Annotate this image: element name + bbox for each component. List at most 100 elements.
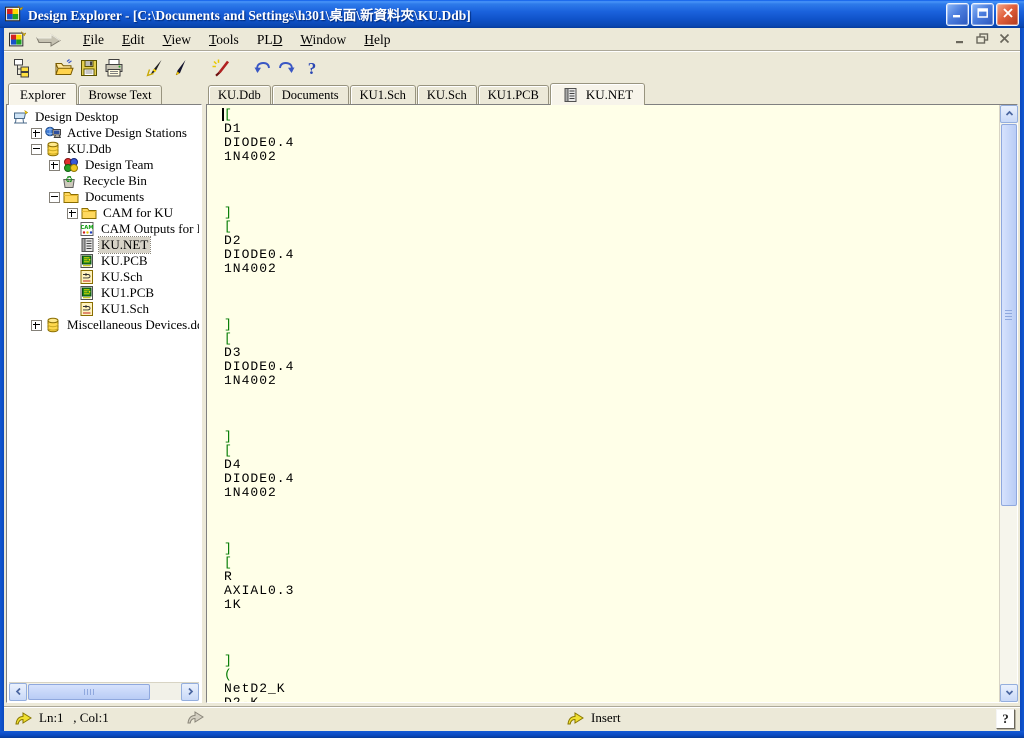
pen-button[interactable] xyxy=(167,54,192,78)
explorer-toggle-button[interactable] xyxy=(10,54,35,78)
tree-item-active-design-stations[interactable]: Active Design Stations xyxy=(9,125,199,141)
collapse-icon[interactable] xyxy=(49,192,60,203)
save-button[interactable] xyxy=(76,54,101,78)
scrollbar-track[interactable] xyxy=(1000,506,1017,684)
panel-tab-browse-text[interactable]: Browse Text xyxy=(78,85,161,104)
netlist-icon xyxy=(562,87,578,103)
tree-item-label: Design Desktop xyxy=(33,109,120,125)
menu-file[interactable]: File xyxy=(74,31,113,49)
editor-line xyxy=(224,178,999,192)
open-button[interactable] xyxy=(51,54,76,78)
panel-tab-explorer[interactable]: Explorer xyxy=(8,83,77,105)
doc-tab-ku-ddb[interactable]: KU.Ddb xyxy=(208,85,271,104)
maximize-button[interactable] xyxy=(971,3,994,26)
design-explorer-window: Design Explorer - [C:\Documents and Sett… xyxy=(0,0,1024,738)
tree-item-label: Miscellaneous Devices.ddb xyxy=(65,317,199,333)
tree-item-ku1-sch[interactable]: KU1.Sch xyxy=(9,301,199,317)
doc-tab-ku-net[interactable]: KU.NET xyxy=(550,83,645,105)
tab-label: KU.NET xyxy=(586,87,633,103)
tab-label: KU.Sch xyxy=(427,88,467,103)
expand-icon[interactable] xyxy=(67,208,78,219)
text-cursor xyxy=(222,108,224,121)
menu-pld[interactable]: PLD xyxy=(248,31,292,49)
expand-icon[interactable] xyxy=(49,160,60,171)
tab-label: Documents xyxy=(282,88,339,103)
expand-icon[interactable] xyxy=(31,320,42,331)
mdi-minimize-button[interactable] xyxy=(952,33,968,47)
tree-item-design-team[interactable]: Design Team xyxy=(9,157,199,173)
scroll-up-button[interactable] xyxy=(1000,105,1018,123)
save-icon xyxy=(79,58,95,74)
scrollbar-thumb[interactable] xyxy=(1001,124,1017,506)
tree-item-label: Recycle Bin xyxy=(81,173,149,189)
design-manager-arrow-icon[interactable] xyxy=(34,32,64,48)
explorer-tree-container: Design DesktopActive Design StationsKU.D… xyxy=(6,104,202,703)
menu-edit[interactable]: Edit xyxy=(113,31,154,49)
redo-button[interactable] xyxy=(274,54,299,78)
doc-tab-documents[interactable]: Documents xyxy=(272,85,349,104)
mdi-close-button[interactable] xyxy=(996,33,1012,47)
tree-item-ku-net[interactable]: KU.NET xyxy=(9,237,199,253)
editor-line xyxy=(224,192,999,206)
doc-tab-ku1-pcb[interactable]: KU1.PCB xyxy=(478,85,549,104)
scrollbar-thumb[interactable] xyxy=(28,684,150,700)
tree-item-design-desktop[interactable]: Design Desktop xyxy=(9,109,199,125)
menubar: FileEditViewToolsPLDWindowHelp xyxy=(4,28,1020,51)
editor-line: 1K xyxy=(224,598,999,612)
tree-item-cam-outputs-for-ku[interactable]: CAMCAM Outputs for KU xyxy=(9,221,199,237)
window-title: Design Explorer - [C:\Documents and Sett… xyxy=(28,4,946,24)
tab-label: Browse Text xyxy=(88,88,151,103)
editor-line: D4 xyxy=(224,458,999,472)
menu-window[interactable]: Window xyxy=(291,31,355,49)
design-tree[interactable]: Design DesktopActive Design StationsKU.D… xyxy=(9,107,199,682)
editor-line xyxy=(224,164,999,178)
close-button[interactable] xyxy=(996,3,1019,26)
editor-vertical-scrollbar[interactable] xyxy=(999,105,1017,702)
wand-button[interactable] xyxy=(208,54,233,78)
help-button[interactable]: ? xyxy=(299,54,324,78)
tree-item-label: KU1.PCB xyxy=(99,285,156,301)
editor-line xyxy=(224,416,999,430)
scroll-right-button[interactable] xyxy=(181,683,199,701)
help-button[interactable]: ? xyxy=(996,709,1015,729)
doc-tab-ku-sch[interactable]: KU.Sch xyxy=(417,85,477,104)
tree-item-label: KU.NET xyxy=(99,237,150,253)
toolbar-group xyxy=(142,54,192,78)
minimize-button[interactable] xyxy=(946,3,969,26)
tree-item-label: CAM for KU xyxy=(101,205,175,221)
document-panel: KU.Ddb Documents KU1.Sch KU.Sch KU1.PCB KU.NE… xyxy=(206,82,1018,703)
tree-item-ku-ddb[interactable]: KU.Ddb xyxy=(9,141,199,157)
document-app-icon[interactable] xyxy=(9,31,26,48)
collapse-icon[interactable] xyxy=(31,144,42,155)
expand-icon[interactable] xyxy=(31,128,42,139)
editor-line: ] xyxy=(224,318,999,332)
editor-line xyxy=(224,640,999,654)
mdi-restore-button[interactable] xyxy=(974,33,990,47)
scroll-down-button[interactable] xyxy=(1000,684,1018,702)
tree-item-recycle-bin[interactable]: ♻Recycle Bin xyxy=(9,173,199,189)
window-border-right xyxy=(1020,28,1024,738)
chevron-left-icon xyxy=(14,683,23,701)
netlist-icon xyxy=(79,237,95,253)
undo-button[interactable] xyxy=(249,54,274,78)
stations-icon xyxy=(45,125,61,141)
tree-item-documents[interactable]: Documents xyxy=(9,189,199,205)
tree-item-ku1-pcb[interactable]: KU1.PCB xyxy=(9,285,199,301)
print-button[interactable] xyxy=(101,54,126,78)
statusbar: Ln:1 , Col:1 Insert ? xyxy=(4,706,1020,731)
cutter-button[interactable] xyxy=(142,54,167,78)
netlist-text-editor[interactable]: [D1DIODE0.41N4002 ][D2DIODE0.41N4002 ][D… xyxy=(207,105,999,702)
window-border-left xyxy=(0,28,4,738)
menu-help[interactable]: Help xyxy=(355,31,399,49)
doc-tab-ku1-sch[interactable]: KU1.Sch xyxy=(350,85,416,104)
tree-horizontal-scrollbar[interactable] xyxy=(9,682,199,700)
editor-line: 1N4002 xyxy=(224,262,999,276)
scroll-left-button[interactable] xyxy=(9,683,27,701)
tree-item-ku-sch[interactable]: KU.Sch xyxy=(9,269,199,285)
tree-item-miscellaneous-devices-ddb[interactable]: Miscellaneous Devices.ddb xyxy=(9,317,199,333)
menu-items: FileEditViewToolsPLDWindowHelp xyxy=(74,31,400,49)
tree-item-cam-for-ku[interactable]: CAM for KU xyxy=(9,205,199,221)
tree-item-ku-pcb[interactable]: KU.PCB xyxy=(9,253,199,269)
menu-view[interactable]: View xyxy=(154,31,200,49)
menu-tools[interactable]: Tools xyxy=(200,31,248,49)
